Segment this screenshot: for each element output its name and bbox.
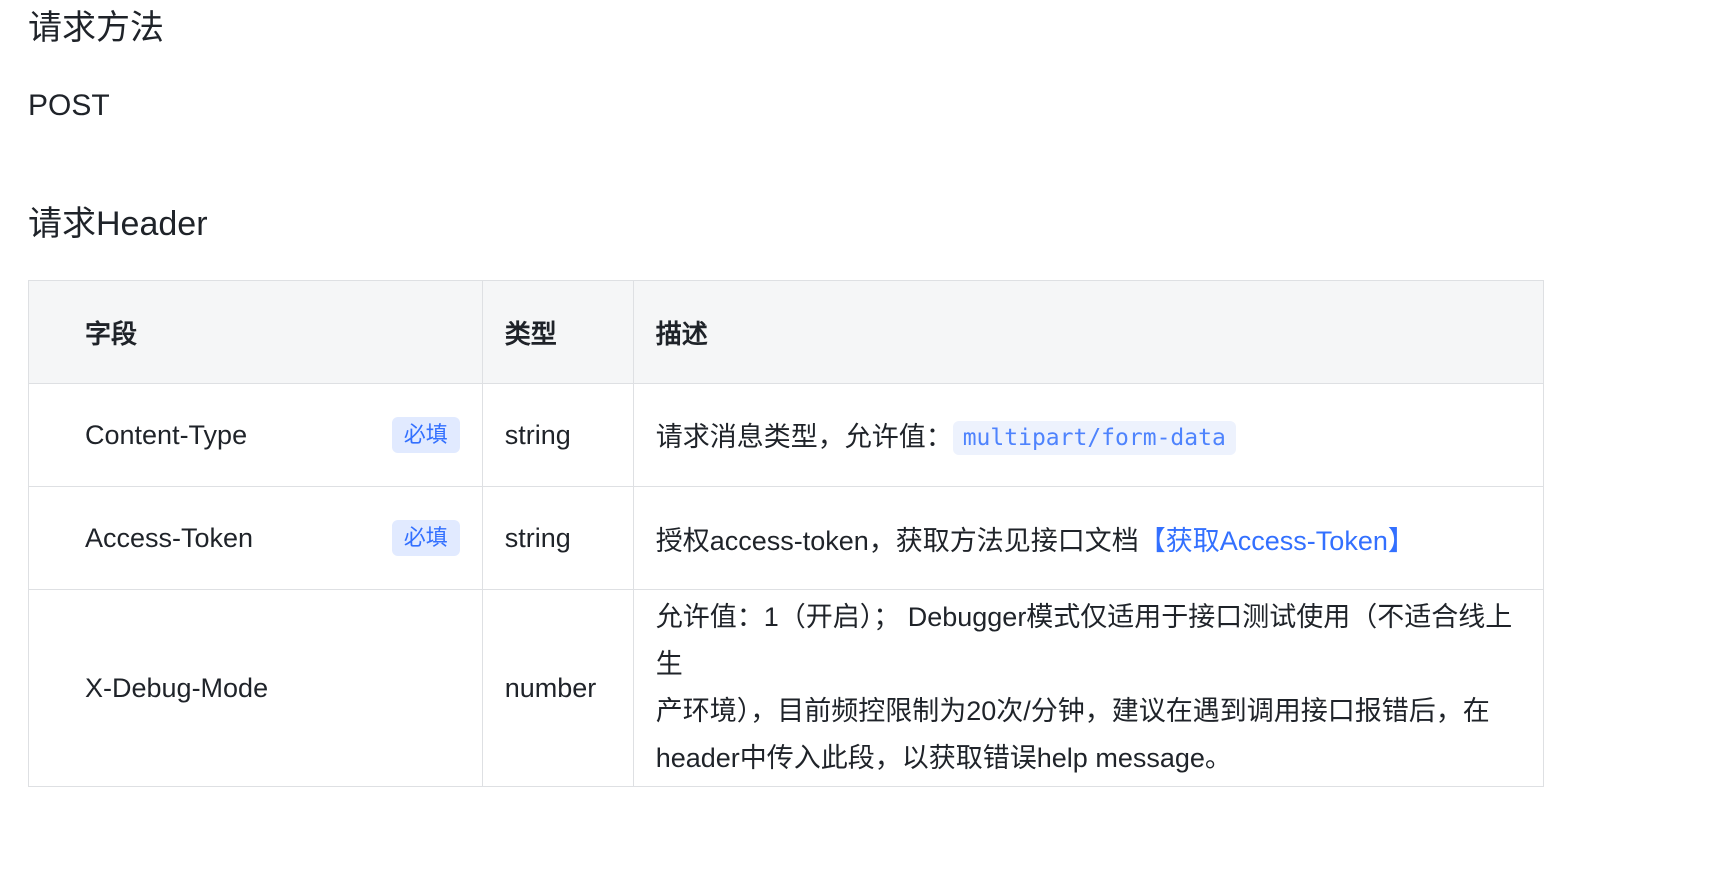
table-header-row: 字段 类型 描述 [28, 280, 1545, 384]
description-text: 授权access-token，获取方法见接口文档 [655, 525, 1139, 556]
access-token-doc-link[interactable]: 【获取Access-Token】 [1139, 526, 1415, 556]
field-cell: X-Debug-Mode [28, 589, 483, 787]
column-header-field: 字段 [28, 280, 483, 384]
request-method-title: 请求方法 [28, 9, 164, 47]
required-badge: 必填 [391, 416, 460, 454]
field-name: X-Debug-Mode [85, 672, 269, 703]
table-row: Content-Type 必填 string 请求消息类型，允许值： multip… [28, 383, 1545, 487]
field-name: Content-Type [85, 419, 248, 450]
field-cell: Content-Type 必填 [28, 383, 483, 487]
field-cell: Access-Token 必填 [28, 486, 483, 590]
required-badge: 必填 [391, 519, 460, 557]
description-cell: 允许值：1（开启）； Debugger模式仅适用于接口测试使用（不适合线上生 产… [632, 589, 1545, 787]
type-cell: string [481, 383, 634, 487]
description-cell: 授权access-token，获取方法见接口文档【获取Access-Token】 [632, 486, 1545, 590]
description-line: 允许值：1（开启）； Debugger模式仅适用于接口测试使用（不适合线上生 [655, 602, 1513, 679]
field-name: Access-Token [85, 522, 254, 553]
description-line: header中传入此段，以获取错误help message。 [655, 743, 1232, 773]
table-row: X-Debug-Mode number 允许值：1（开启）； Debugger模… [28, 589, 1545, 787]
table-row: Access-Token 必填 string 授权access-token，获取… [28, 486, 1545, 590]
request-header-title: 请求Header [28, 205, 208, 243]
type-cell: string [481, 486, 634, 590]
description-line: 产环境），目前频控限制为20次/分钟，建议在遇到调用接口报错后，在 [655, 696, 1490, 726]
type-cell: number [481, 589, 634, 787]
description-text: 请求消息类型，允许值： [655, 421, 953, 452]
request-method-value: POST [28, 89, 110, 122]
code-value: multipart/form-data [952, 421, 1236, 456]
description-cell: 请求消息类型，允许值： multipart/form-data [632, 383, 1545, 487]
header-params-table: 字段 类型 描述 Content-Type 必填 string 请求消息类型，允… [28, 280, 1545, 787]
column-header-type: 类型 [481, 280, 634, 384]
column-header-description: 描述 [632, 280, 1545, 384]
